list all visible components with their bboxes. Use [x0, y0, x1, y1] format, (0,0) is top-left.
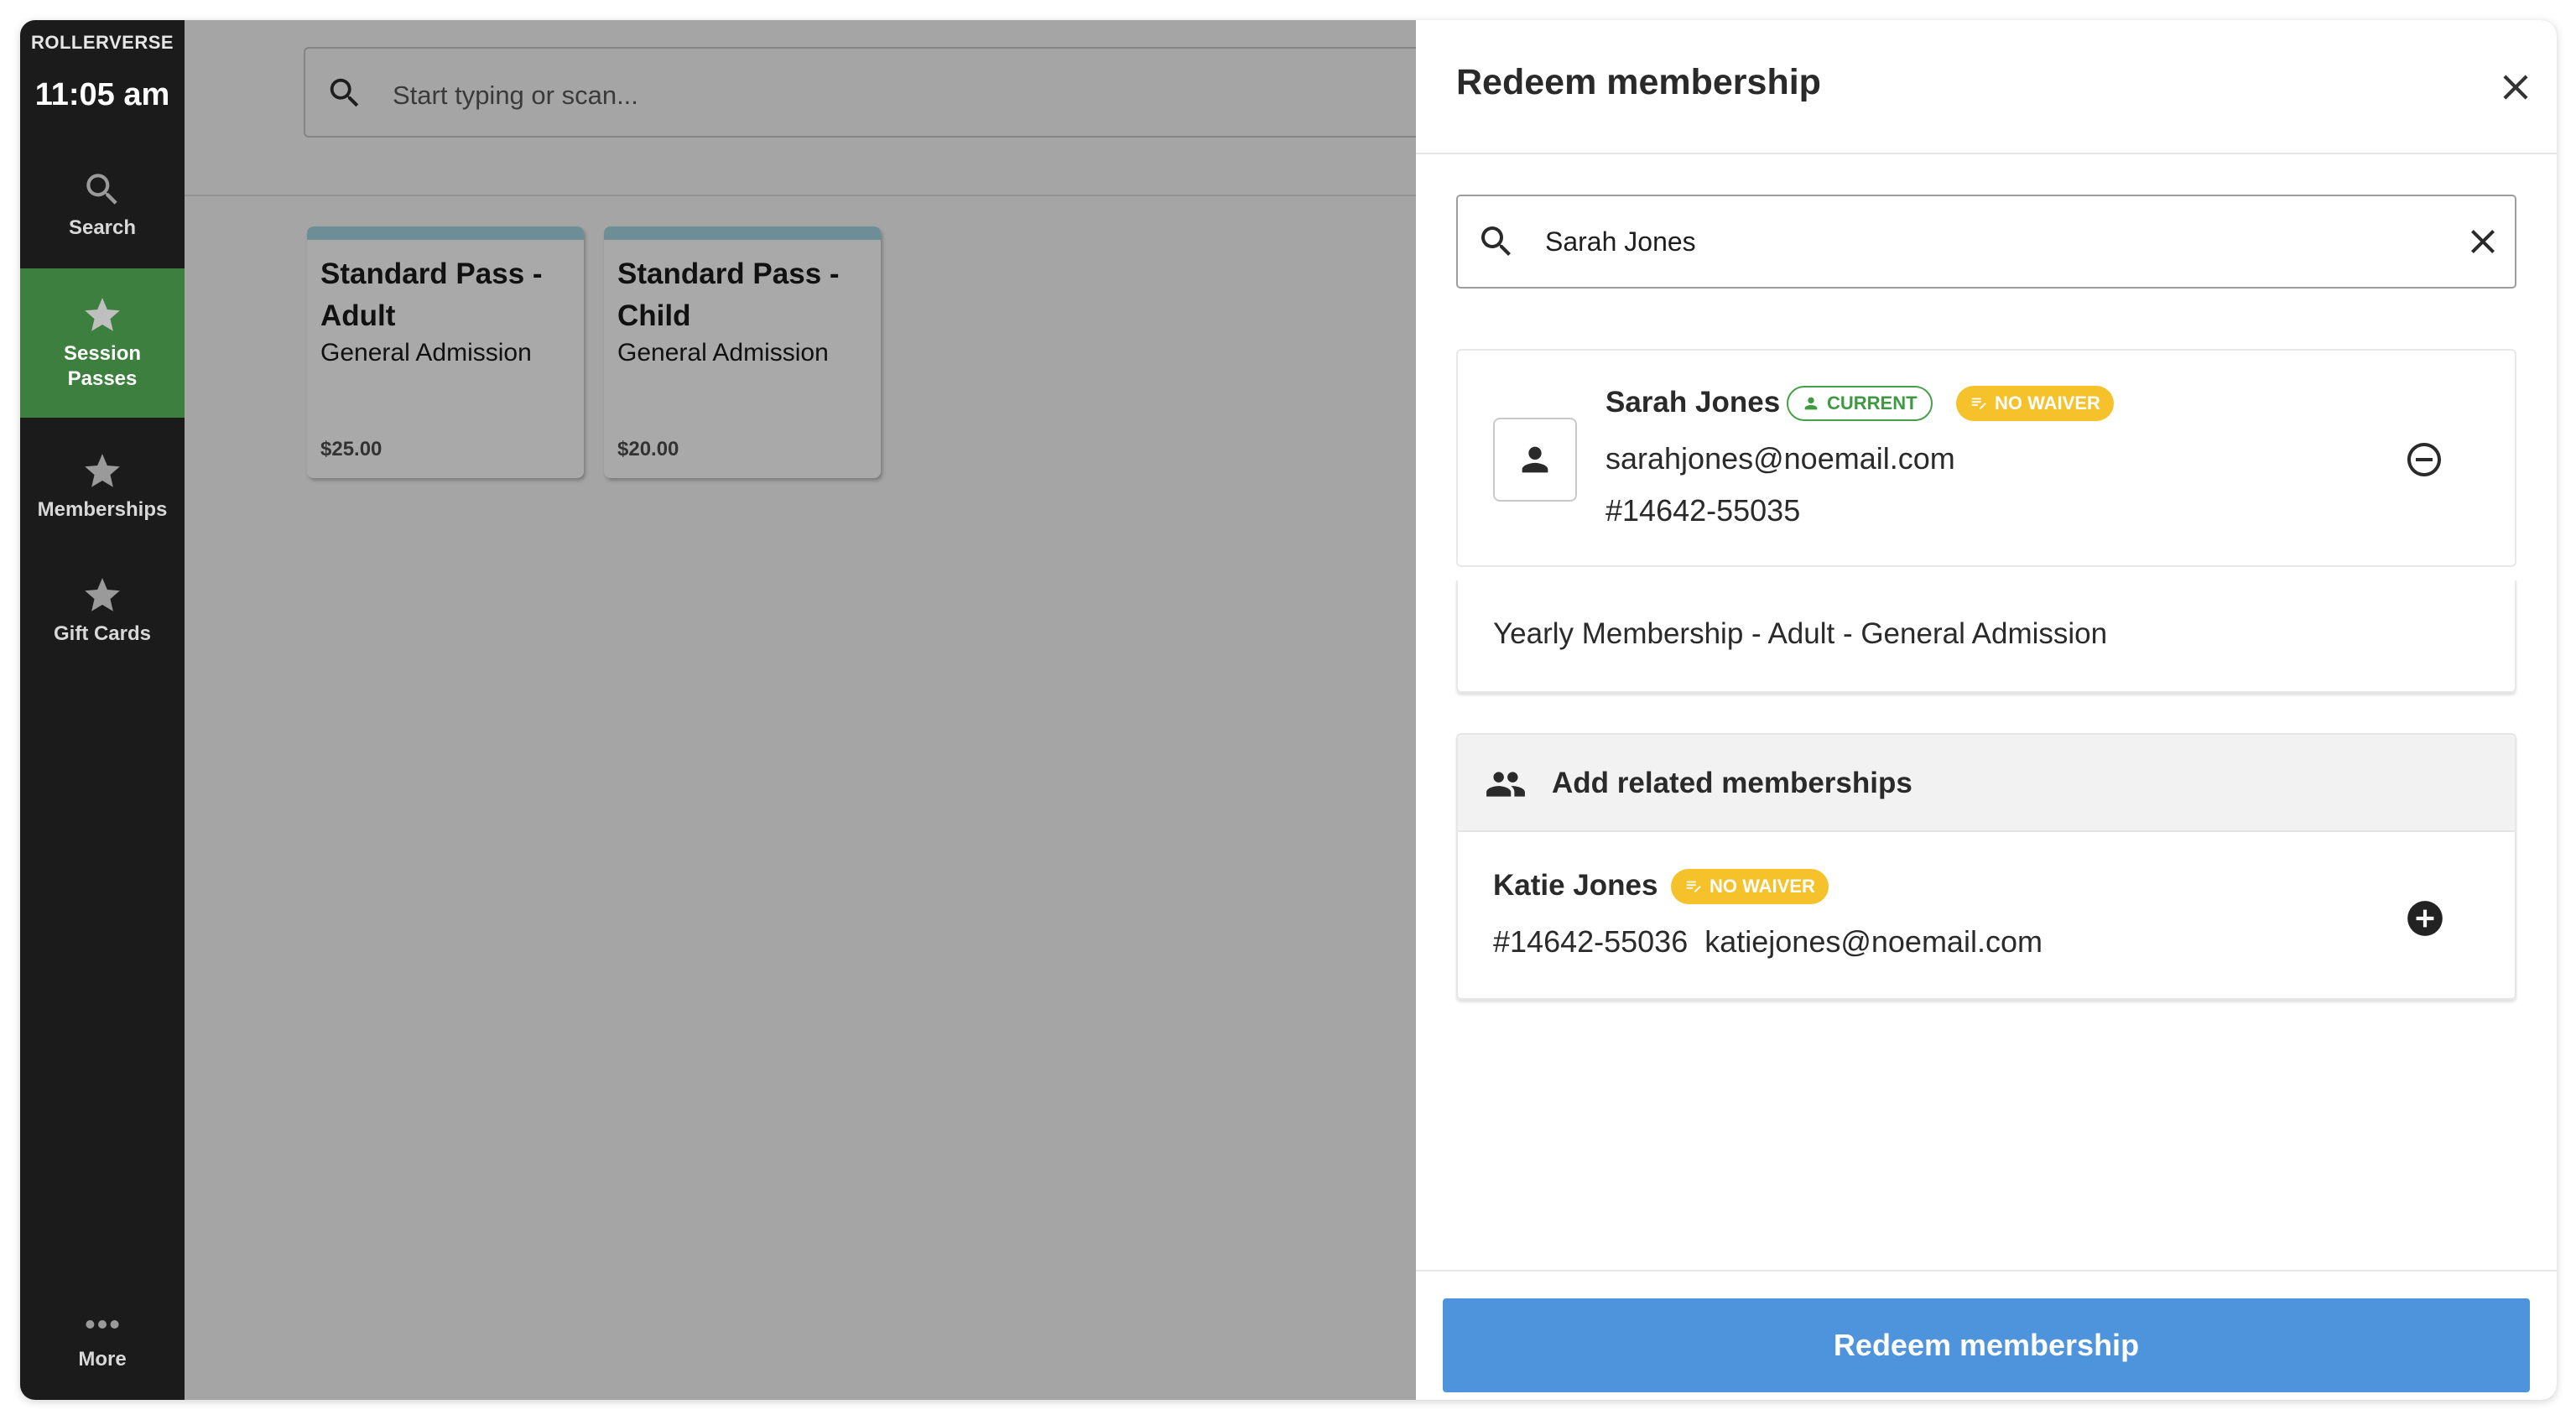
- close-icon[interactable]: [2495, 66, 2537, 108]
- clear-search-icon[interactable]: [2463, 221, 2503, 262]
- member-email: sarahjones@noemail.com: [1605, 441, 1955, 476]
- search-value: Sarah Jones: [1545, 226, 1696, 257]
- remove-member-icon[interactable]: [2404, 440, 2444, 480]
- pos-app: ROLLERVERSE 11:05 am Search Session Pass…: [20, 20, 2557, 1400]
- brand-name: ROLLERVERSE: [30, 32, 174, 53]
- nav-item-session-passes[interactable]: Session Passes: [20, 268, 185, 418]
- add-member-icon[interactable]: [2404, 897, 2446, 939]
- badge-label: NO WAIVER: [1995, 393, 2100, 414]
- product-name: Standard Pass - Adult: [320, 257, 543, 332]
- waiver-icon: [1971, 398, 1986, 409]
- avatar: [1493, 418, 1577, 502]
- card-strip: [604, 226, 881, 240]
- related-header: Add related memberships: [1458, 735, 2515, 832]
- waiver-icon: [1686, 881, 1701, 892]
- member-search-input[interactable]: Sarah Jones: [1456, 195, 2516, 289]
- drawer-header: Redeem membership: [1416, 20, 2557, 154]
- more-dots-icon: [86, 1320, 119, 1329]
- search-icon: [1481, 226, 1511, 256]
- redeem-membership-button[interactable]: Redeem membership: [1443, 1298, 2530, 1392]
- related-heading: Add related memberships: [1552, 767, 1912, 799]
- status-badge-current: CURRENT: [1787, 386, 1933, 421]
- badge-label: NO WAIVER: [1710, 876, 1815, 897]
- person-icon: [1522, 446, 1548, 473]
- product-card[interactable]: Standard Pass - Adult General Admission …: [307, 226, 584, 478]
- search-placeholder: Start typing or scan...: [393, 81, 638, 110]
- card-strip: [307, 226, 584, 240]
- nav-label: Gift Cards: [53, 622, 151, 645]
- product-price: $25.00: [320, 438, 382, 460]
- related-member-details: #14642-55036 katiejones@noemail.com: [1493, 924, 2043, 959]
- person-icon: [1804, 397, 1818, 410]
- top-bar: Start typing or scan...: [185, 20, 1478, 196]
- product-price: $20.00: [617, 438, 679, 460]
- related-memberships-panel: Add related memberships Katie Jones NO W…: [1456, 733, 2516, 1000]
- product-search-input[interactable]: Start typing or scan...: [304, 47, 1478, 138]
- member-id: #14642-55035: [1605, 493, 1801, 528]
- product-category: General Admission: [617, 339, 829, 367]
- star-icon: [85, 298, 120, 331]
- search-icon: [330, 78, 359, 107]
- product-category: General Admission: [320, 339, 532, 367]
- nav-label: Search: [68, 216, 137, 239]
- status-badge-no-waiver: NO WAIVER: [1956, 386, 2114, 421]
- drawer-title: Redeem membership: [1456, 62, 1821, 102]
- star-icon: [85, 454, 120, 487]
- search-icon: [86, 174, 117, 205]
- nav-item-memberships[interactable]: Memberships: [20, 428, 185, 545]
- nav-label: Memberships: [37, 498, 168, 521]
- star-icon: [85, 578, 120, 611]
- member-name: Sarah Jones: [1605, 386, 1781, 419]
- badge-label: CURRENT: [1827, 393, 1918, 414]
- membership-plan: Yearly Membership - Adult - General Admi…: [1456, 580, 2516, 693]
- clock: 11:05 am: [34, 77, 170, 112]
- side-nav: ROLLERVERSE 11:05 am Search Session Pass…: [20, 20, 185, 1400]
- redeem-membership-drawer: Redeem membership Sarah Jones Sarah Jone…: [1416, 20, 2557, 1400]
- drawer-footer: Redeem membership: [1416, 1270, 2557, 1400]
- product-name: Standard Pass - Child: [617, 257, 840, 332]
- nav-item-gift-cards[interactable]: Gift Cards: [20, 552, 185, 669]
- member-card: Sarah Jones CURRENT NO WAIVER sarahjones…: [1456, 349, 2516, 567]
- status-badge-no-waiver: NO WAIVER: [1671, 869, 1829, 904]
- people-icon: [1486, 772, 1525, 797]
- plan-label: Yearly Membership - Adult - General Admi…: [1493, 617, 2108, 650]
- nav-item-search[interactable]: Search: [20, 146, 185, 263]
- nav-label: Session Passes: [63, 342, 142, 390]
- related-member-name: Katie Jones: [1493, 869, 1658, 902]
- nav-label: More: [78, 1348, 127, 1371]
- nav-item-more[interactable]: More: [20, 1300, 185, 1384]
- product-card[interactable]: Standard Pass - Child General Admission …: [604, 226, 881, 478]
